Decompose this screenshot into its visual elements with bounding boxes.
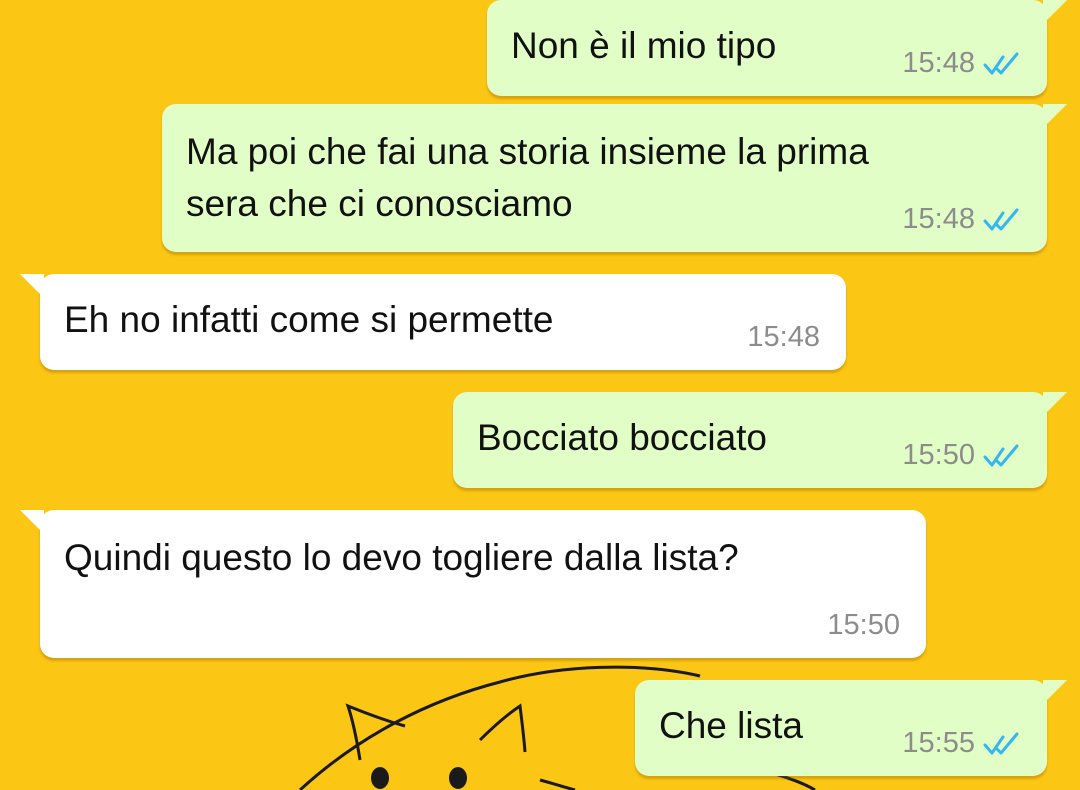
message-timestamp: 15:55: [902, 727, 975, 759]
message-meta: 15:48: [902, 47, 1021, 80]
double-check-icon: [983, 52, 1019, 74]
message-timestamp: 15:50: [902, 439, 975, 471]
outgoing-message-bubble[interactable]: Ma poi che fai una storia insieme la pri…: [162, 104, 1067, 252]
message-text: Eh no infatti come si permette: [64, 299, 554, 340]
incoming-message-bubble[interactable]: Quindi questo lo devo togliere dalla lis…: [20, 510, 926, 658]
message-meta: 15:50: [827, 609, 900, 642]
message-meta: 15:48: [902, 203, 1021, 236]
message-meta: 15:50: [902, 439, 1021, 472]
message-text: Che lista: [659, 705, 803, 746]
chat-conversation: Non è il mio tipo 15:48 Ma poi che fai u…: [0, 0, 1080, 790]
message-timestamp: 15:48: [902, 47, 975, 79]
message-meta: 15:55: [902, 727, 1021, 760]
message-text: Non è il mio tipo: [511, 25, 777, 66]
outgoing-message-bubble[interactable]: Non è il mio tipo 15:48: [487, 0, 1067, 96]
message-timestamp: 15:48: [747, 321, 820, 353]
double-check-icon: [983, 444, 1019, 466]
message-text: Bocciato bocciato: [477, 417, 768, 458]
double-check-icon: [983, 732, 1019, 754]
message-meta: 15:48: [747, 321, 820, 354]
incoming-message-bubble[interactable]: Eh no infatti come si permette 15:48: [20, 274, 846, 370]
double-check-icon: [983, 208, 1019, 230]
message-text: Quindi questo lo devo togliere dalla lis…: [64, 537, 739, 578]
outgoing-message-bubble[interactable]: Che lista 15:55: [635, 680, 1067, 776]
message-timestamp: 15:50: [827, 609, 900, 641]
message-text: Ma poi che fai una storia insieme la pri…: [186, 131, 869, 224]
outgoing-message-bubble[interactable]: Bocciato bocciato 15:50: [453, 392, 1067, 488]
message-timestamp: 15:48: [902, 203, 975, 235]
